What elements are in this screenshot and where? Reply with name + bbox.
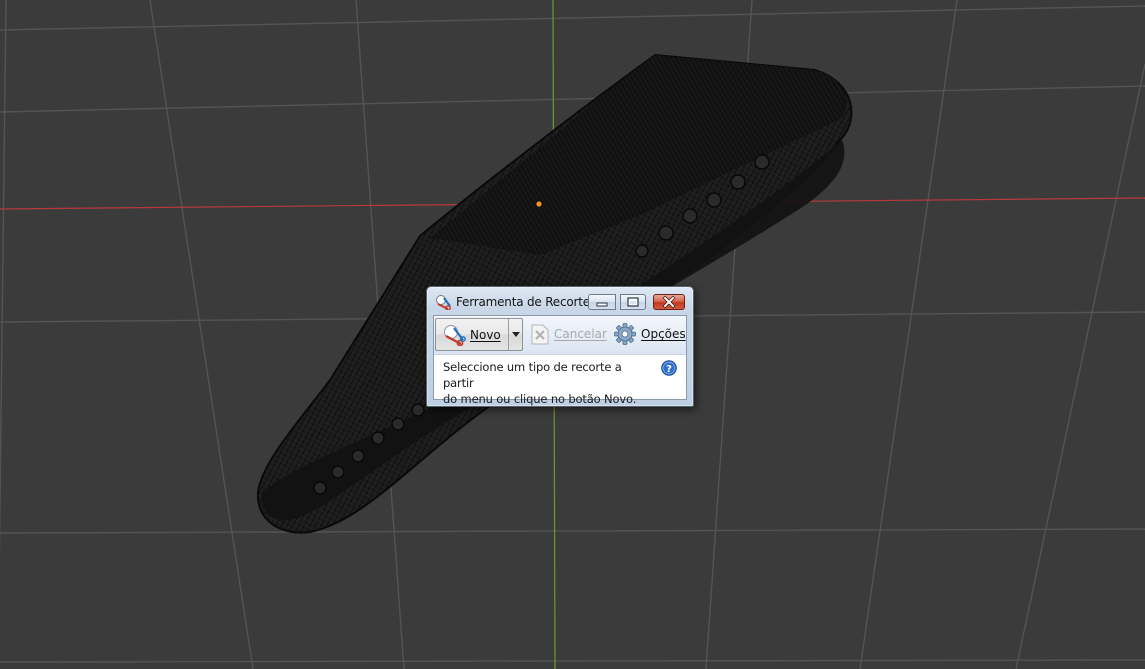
cancel-document-icon [531, 324, 549, 345]
instruction-line-2: do menu ou clique no botão Novo. [443, 392, 637, 406]
snipping-tool-window[interactable]: Ferramenta de Recorte Novo Cancelar Opçõ… [426, 286, 694, 407]
close-icon [662, 295, 676, 309]
options-button-label: Opções [641, 327, 686, 341]
3d-viewport[interactable]: Ferramenta de Recorte Novo Cancelar Opçõ… [0, 0, 1145, 669]
options-button[interactable]: Opções [611, 318, 689, 351]
svg-text:?: ? [666, 364, 672, 375]
instruction-line-1: Seleccione um tipo de recorte a partir [443, 360, 622, 390]
snipping-tool-icon [436, 295, 451, 310]
scissors-icon [444, 325, 466, 346]
cancel-button-label: Cancelar [554, 327, 607, 341]
cancel-button[interactable]: Cancelar [527, 318, 607, 351]
close-button[interactable] [653, 294, 685, 310]
new-button-label: Novo [470, 328, 501, 342]
maximize-icon [627, 297, 639, 307]
chevron-down-icon [512, 332, 520, 337]
origin-point[interactable] [536, 201, 542, 207]
window-client-area: Novo Cancelar Opções Seleccione um tipo … [433, 315, 687, 406]
new-split-button[interactable]: Novo [435, 318, 523, 351]
gear-icon [614, 323, 636, 345]
minimize-button[interactable] [588, 294, 616, 310]
toolbar: Novo Cancelar Opções [434, 316, 686, 355]
new-button[interactable]: Novo [436, 319, 508, 350]
instruction-message: Seleccione um tipo de recorte a partir d… [443, 359, 655, 407]
window-titlebar[interactable]: Ferramenta de Recorte [427, 287, 693, 315]
help-icon[interactable]: ? [661, 360, 677, 376]
new-mode-dropdown[interactable] [508, 319, 523, 350]
window-title: Ferramenta de Recorte [456, 295, 590, 309]
maximize-button[interactable] [620, 294, 646, 310]
minimize-icon [596, 302, 608, 307]
